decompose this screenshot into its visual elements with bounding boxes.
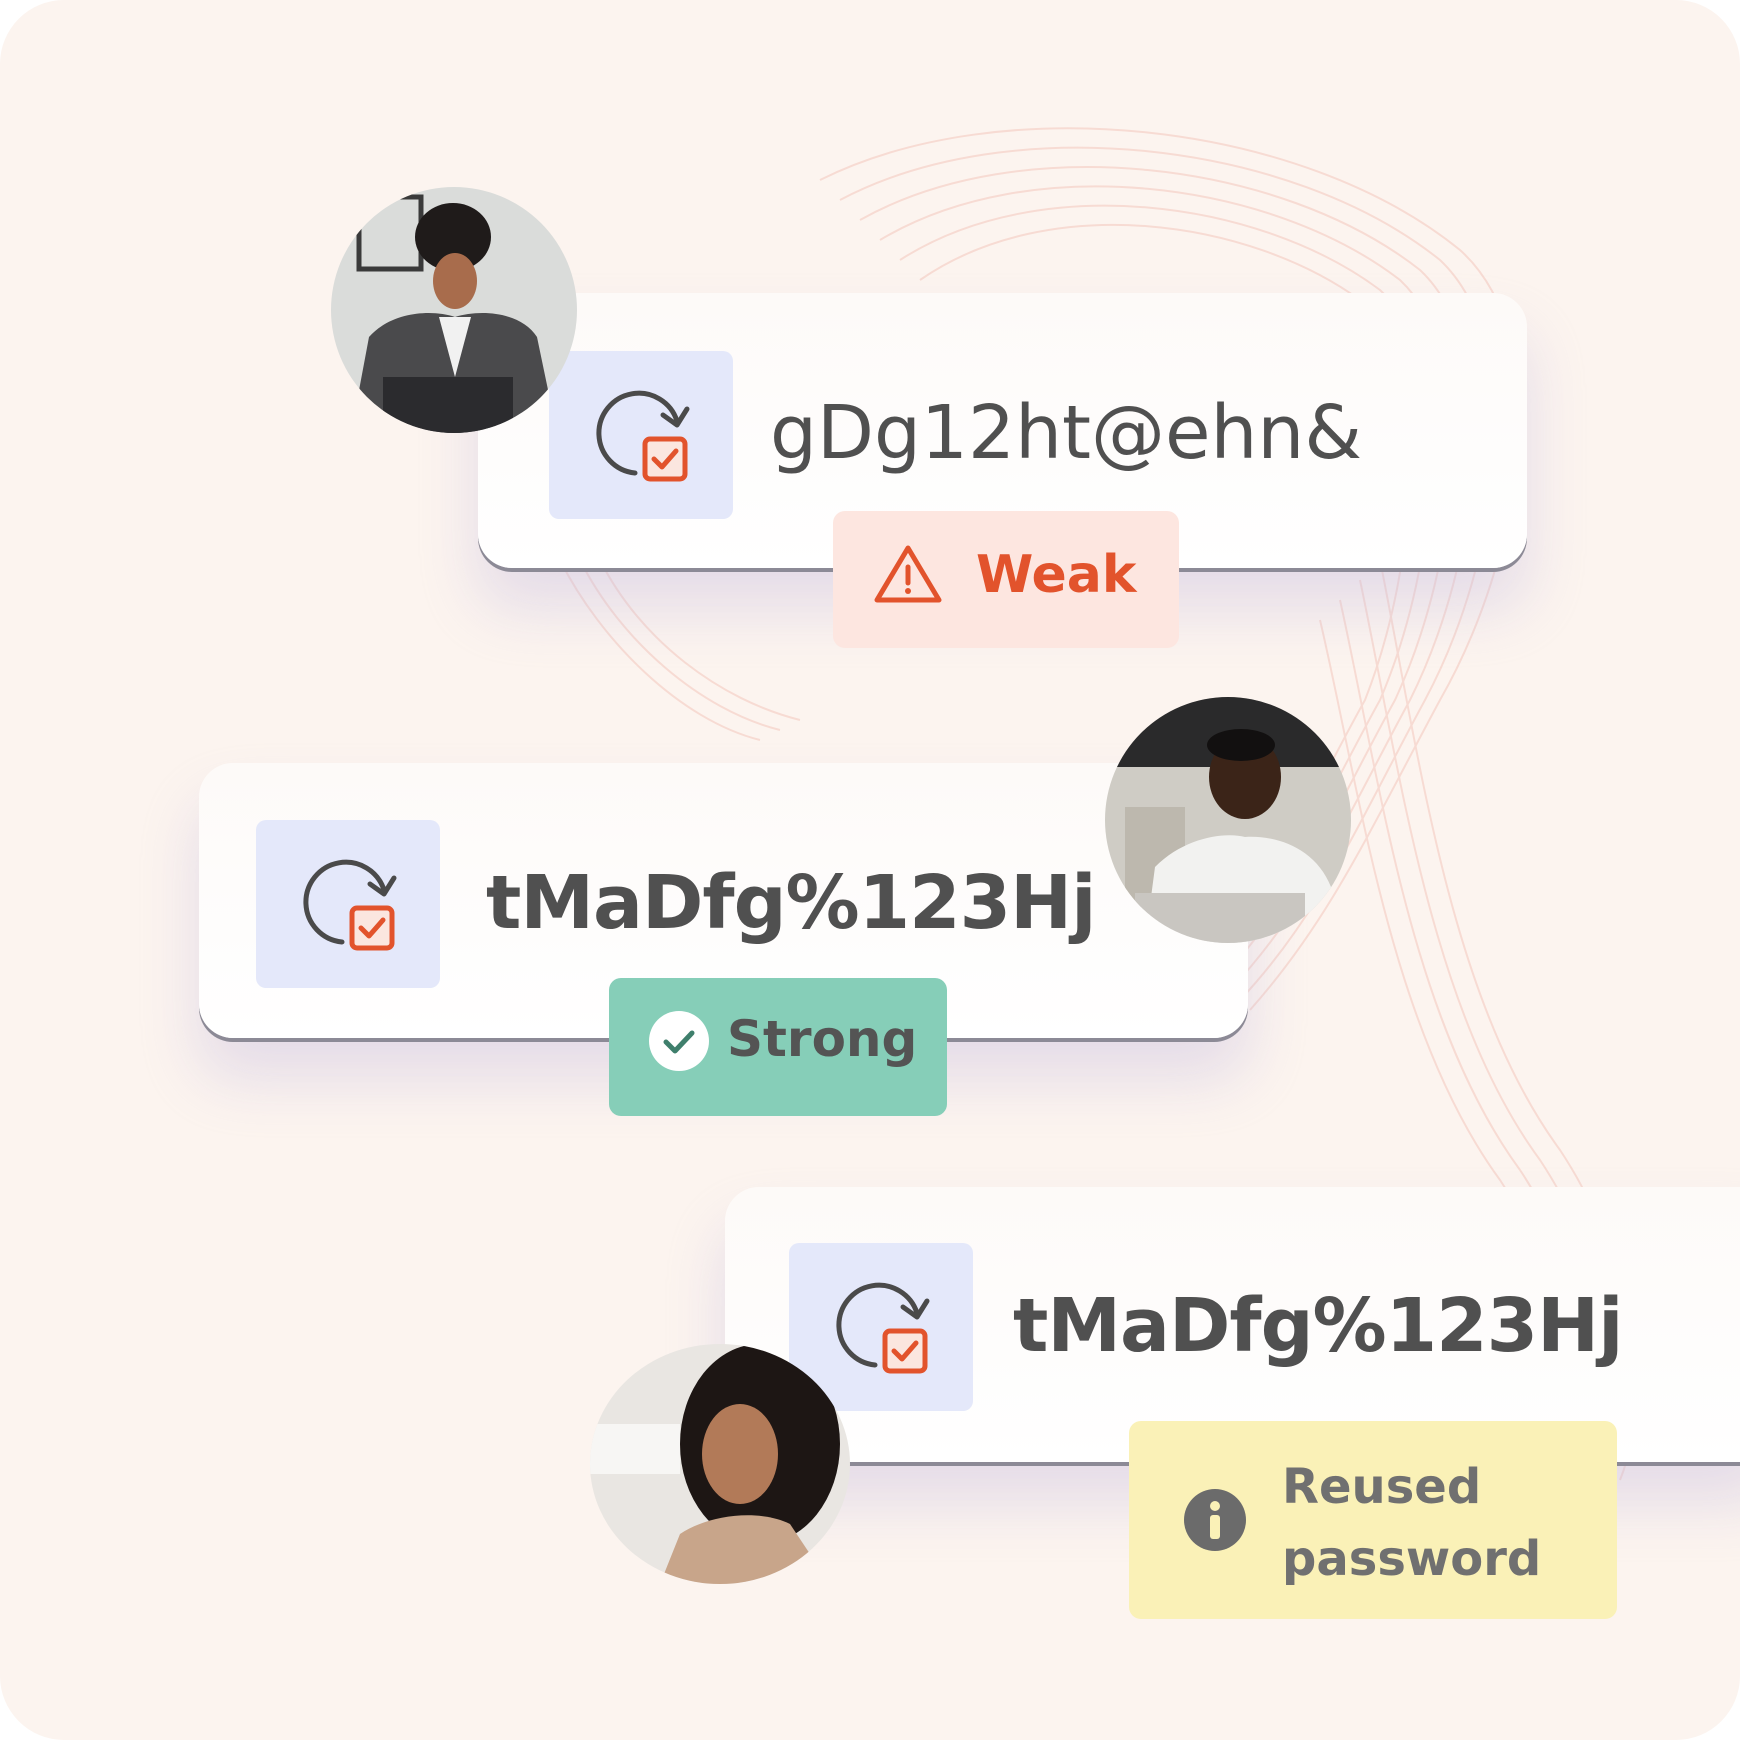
info-circle-icon bbox=[1184, 1489, 1246, 1551]
smiling-woman-avatar bbox=[590, 1344, 850, 1584]
status-label-weak: Weak bbox=[976, 545, 1137, 605]
warning-triangle-icon bbox=[874, 545, 942, 603]
woman-with-laptop-avatar bbox=[331, 187, 577, 433]
status-label-strong: Strong bbox=[727, 1010, 918, 1068]
password-text: gDg12ht@ehn& bbox=[770, 390, 1363, 476]
canvas: gDg12ht@ehn& Weak tMaDfg%123Hj Strong tM… bbox=[0, 0, 1740, 1740]
password-text: tMaDfg%123Hj bbox=[1013, 1283, 1623, 1369]
status-label-reused: Reused password bbox=[1282, 1451, 1541, 1595]
status-label-line1: Reused bbox=[1282, 1459, 1482, 1515]
status-label-line2: password bbox=[1282, 1531, 1542, 1587]
password-rotate-check-icon bbox=[303, 859, 397, 951]
password-icon-tile bbox=[256, 820, 440, 988]
man-in-office-avatar bbox=[1105, 697, 1351, 943]
password-rotate-check-icon bbox=[836, 1282, 930, 1374]
password-icon-tile bbox=[549, 351, 733, 519]
password-rotate-check-icon bbox=[596, 390, 690, 482]
check-circle-icon bbox=[649, 1011, 709, 1071]
password-text: tMaDfg%123Hj bbox=[486, 860, 1096, 946]
